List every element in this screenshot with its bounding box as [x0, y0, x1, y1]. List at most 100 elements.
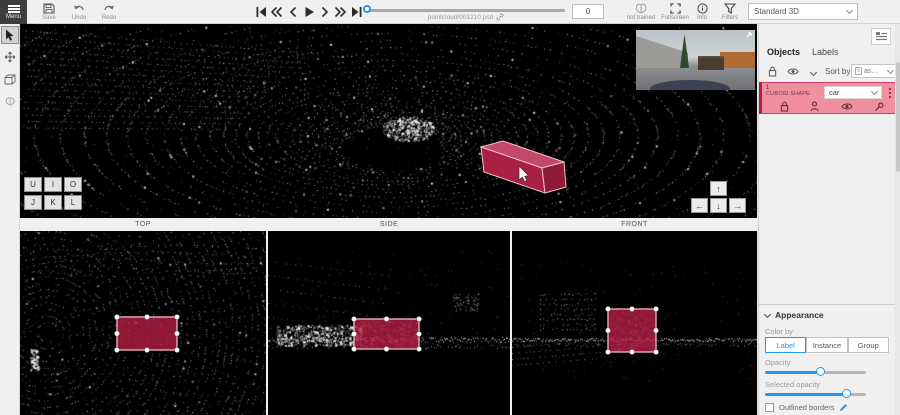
tab-objects[interactable]: Objects — [761, 44, 806, 60]
lock-icon — [780, 101, 789, 112]
view-label-strip: TOP SIDE FRONT — [20, 218, 757, 231]
play-icon — [303, 6, 315, 18]
frame-number-input[interactable] — [572, 4, 604, 19]
top-ortho-view[interactable] — [20, 231, 266, 415]
visibility-all-button[interactable] — [785, 64, 801, 78]
opacity-slider-thumb[interactable] — [816, 367, 825, 376]
skip-end-button[interactable] — [349, 4, 364, 20]
object-row-selected[interactable]: 1 CUBOID SHAPE car — [759, 82, 896, 114]
fast-backward-icon — [270, 6, 283, 18]
tab-labels[interactable]: Labels — [806, 44, 845, 60]
selected-opacity-slider-fill — [765, 393, 846, 396]
info-button[interactable]: Info — [690, 0, 714, 24]
panel-scrollbar[interactable] — [895, 24, 900, 415]
fullscreen-button[interactable]: Fullscreen — [660, 0, 690, 24]
object-menu-button[interactable] — [889, 88, 891, 98]
filters-label: Filters — [722, 15, 738, 21]
save-icon — [43, 3, 55, 14]
front-view-label: FRONT — [512, 218, 757, 231]
fullscreen-icon — [670, 3, 681, 14]
view-mode-dropdown[interactable]: Standard 3D — [748, 3, 858, 20]
side-ortho-view[interactable] — [268, 231, 510, 415]
hotkey-i[interactable]: I — [44, 177, 62, 192]
object-pin-button[interactable] — [874, 101, 884, 112]
menu-label: Menu — [6, 14, 21, 20]
sort-value: as… — [864, 68, 878, 75]
fast-backward-button[interactable] — [269, 4, 284, 20]
frame-slider-thumb[interactable] — [363, 5, 371, 13]
filters-button[interactable]: Filters — [716, 0, 744, 24]
nav-left-button[interactable]: ← — [691, 198, 708, 213]
camera-wall-right — [720, 52, 755, 68]
nav-right-button[interactable]: → — [729, 198, 746, 213]
hotkey-row-2: J K L — [24, 195, 82, 210]
redo-icon — [103, 4, 115, 14]
menu-button[interactable]: Menu — [0, 0, 27, 24]
expand-all-button[interactable] — [807, 66, 819, 78]
undo-button[interactable]: Undo — [66, 0, 92, 24]
outlined-borders-checkbox[interactable] — [765, 403, 774, 412]
sort-dropdown[interactable]: as… — [851, 64, 897, 78]
selected-opacity-slider-thumb[interactable] — [842, 389, 851, 398]
object-visibility-button[interactable] — [841, 101, 853, 112]
lock-all-button[interactable] — [765, 64, 779, 78]
frame-slider[interactable] — [367, 9, 565, 12]
appearance-title: Appearance — [775, 310, 824, 320]
play-button[interactable] — [301, 4, 316, 20]
auto-label-tool-button[interactable] — [2, 93, 18, 109]
move-icon — [4, 51, 16, 63]
color-mode-instance[interactable]: Instance — [806, 337, 847, 353]
object-lock-button[interactable] — [780, 101, 789, 112]
filename-label: pointcloud/001210.pcd — [428, 14, 493, 21]
hotkey-j[interactable]: J — [24, 195, 42, 210]
class-value: car — [829, 88, 839, 97]
camera-preview[interactable] — [636, 30, 755, 90]
filename-row: pointcloud/001210.pcd — [367, 13, 565, 21]
selected-box-front[interactable] — [602, 303, 662, 358]
main-3d-view[interactable]: U I O J K L ↑ ← ↓ → — [20, 24, 757, 218]
top-toolbar: Menu Save Undo Redo pointcloud/001 — [0, 0, 900, 24]
select-tool-button[interactable] — [2, 27, 18, 43]
next-frame-button[interactable] — [317, 4, 332, 20]
color-mode-group-btn[interactable]: Group — [848, 337, 889, 353]
trained-status: not trained — [626, 0, 656, 24]
info-icon — [697, 3, 708, 14]
tool-sidebar — [0, 24, 20, 415]
selected-box-top[interactable] — [111, 311, 183, 356]
hotkey-k[interactable]: K — [44, 195, 62, 210]
redo-button[interactable]: Redo — [96, 0, 122, 24]
brain-icon — [635, 3, 648, 14]
selected-opacity-label: Selected opacity — [765, 380, 820, 389]
link-icon[interactable] — [496, 13, 504, 21]
playback-controls — [253, 4, 364, 20]
save-button[interactable]: Save — [36, 0, 62, 24]
chevron-down-icon — [764, 310, 771, 317]
panel-scrollbar-thumb[interactable] — [896, 62, 900, 172]
hotkey-row-1: U I O — [24, 177, 82, 192]
front-ortho-view[interactable] — [512, 231, 757, 415]
pencil-icon[interactable] — [839, 403, 848, 412]
side-view-label: SIDE — [268, 218, 510, 231]
hotkey-o[interactable]: O — [64, 177, 82, 192]
cuboid-tool-button[interactable] — [2, 71, 18, 87]
expand-icon[interactable] — [744, 32, 752, 40]
color-mode-group: Label Instance Group — [765, 337, 889, 353]
hotkey-l[interactable]: L — [64, 195, 82, 210]
skip-start-button[interactable] — [253, 4, 268, 20]
caret-down-icon — [809, 68, 816, 75]
previous-frame-button[interactable] — [285, 4, 300, 20]
pan-tool-button[interactable] — [2, 49, 18, 65]
hotkey-u[interactable]: U — [24, 177, 42, 192]
nav-up-button[interactable]: ↑ — [710, 181, 727, 196]
camera-truck — [698, 56, 724, 70]
panel-layout-button[interactable] — [871, 28, 891, 45]
fast-forward-button[interactable] — [333, 4, 348, 20]
object-assign-button[interactable] — [810, 101, 819, 112]
appearance-header[interactable]: Appearance — [765, 310, 824, 320]
undo-label: Undo — [72, 15, 86, 21]
selected-box-side[interactable] — [348, 313, 425, 355]
nav-down-button[interactable]: ↓ — [710, 198, 727, 213]
chevron-down-icon — [871, 88, 878, 95]
class-dropdown[interactable]: car — [824, 86, 882, 99]
color-mode-label[interactable]: Label — [765, 337, 806, 353]
